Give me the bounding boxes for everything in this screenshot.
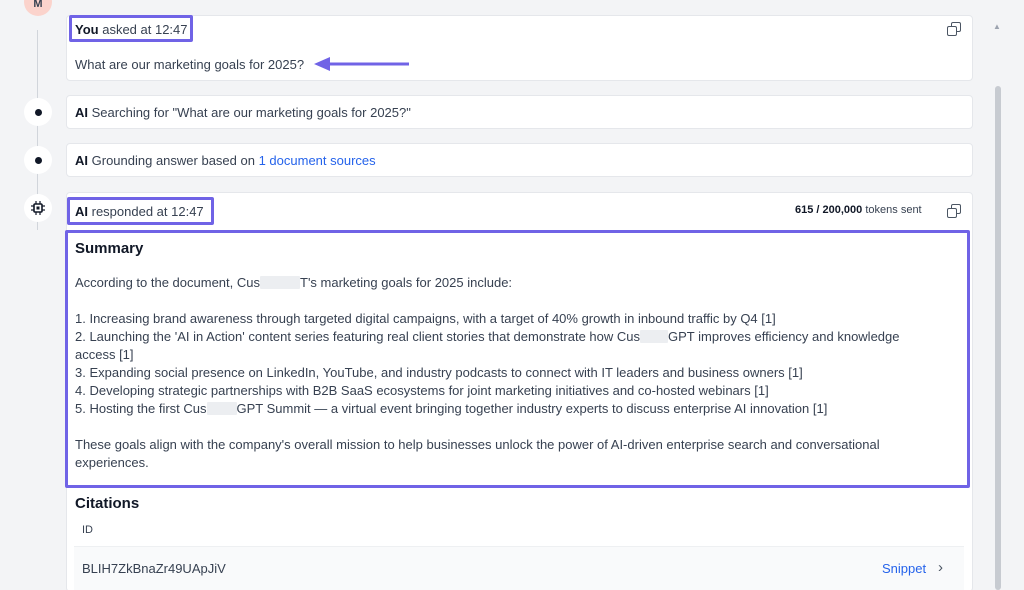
- goal-5-part-1: 5. Hosting the first Cus: [75, 401, 207, 416]
- goal-1: 1. Increasing brand awareness through ta…: [75, 311, 776, 326]
- goal-2-part-3: access [1]: [75, 347, 134, 362]
- redaction: [260, 276, 300, 289]
- document-sources-link[interactable]: 1 document sources: [259, 153, 376, 168]
- redaction: [206, 402, 237, 415]
- response-header-highlight: [67, 197, 214, 225]
- copy-question-icon[interactable]: [947, 22, 961, 36]
- ground-step-author: AI: [75, 153, 88, 168]
- ai-response-node: [24, 194, 52, 222]
- redaction: [640, 330, 669, 343]
- scroll-up-icon[interactable]: ▲: [993, 22, 1001, 31]
- goal-2: 2. Launching the 'AI in Action' content …: [75, 328, 945, 364]
- goal-5-part-2: GPT Summit — a virtual event bringing to…: [236, 401, 828, 416]
- intro-part-2: T's marketing goals for 2025 include:: [300, 275, 513, 290]
- avatar-initial: M: [33, 0, 43, 10]
- scrollbar-thumb[interactable]: [995, 86, 1001, 590]
- search-step-node: [24, 98, 52, 126]
- question-header-highlight: [69, 15, 193, 42]
- user-avatar: M: [24, 0, 52, 16]
- pointer-arrow-icon: [314, 57, 409, 71]
- intro-part-1: According to the document, Cus: [75, 275, 260, 290]
- goal-2-part-1: 2. Launching the 'AI in Action' content …: [75, 329, 641, 344]
- chip-icon: [31, 201, 45, 215]
- search-step-text: AI Searching for "What are our marketing…: [75, 105, 411, 120]
- citation-row[interactable]: BLIH7ZkBnaZr49UApJiV Snippet ›: [74, 546, 964, 590]
- ground-step-text: AI Grounding answer based on 1 document …: [75, 153, 376, 168]
- ground-step-label: Grounding answer based on: [91, 153, 255, 168]
- citation-id: BLIH7ZkBnaZr49UApJiV: [82, 561, 226, 576]
- search-step-label: Searching for "What are our marketing go…: [91, 105, 411, 120]
- step-dot-icon: [34, 156, 42, 164]
- search-step-author: AI: [75, 105, 88, 120]
- chat-page: M You asked at 12:47 What are our market…: [0, 0, 1024, 590]
- ground-step-node: [24, 146, 52, 174]
- chevron-right-icon[interactable]: ›: [938, 559, 943, 576]
- summary-title: Summary: [75, 240, 144, 257]
- summary-closing: These goals align with the company's ove…: [75, 437, 880, 470]
- tokens-suffix: tokens sent: [865, 204, 922, 216]
- copy-response-icon[interactable]: [947, 204, 961, 218]
- summary-intro: According to the document, Cus T's market…: [75, 274, 945, 292]
- goal-2-part-2: GPT improves efficiency and knowledge: [668, 329, 900, 344]
- goal-4: 4. Developing strategic partnerships wit…: [75, 383, 769, 398]
- citations-id-header: ID: [82, 524, 93, 536]
- snippet-link[interactable]: Snippet: [882, 561, 926, 576]
- step-dot-icon: [34, 108, 42, 116]
- citations-title: Citations: [75, 495, 140, 512]
- goal-3: 3. Expanding social presence on LinkedIn…: [75, 365, 803, 380]
- question-text: What are our marketing goals for 2025?: [75, 57, 305, 72]
- goal-5: 5. Hosting the first Cus GPT Summit — a v…: [75, 400, 945, 418]
- tokens-count: 615 / 200,000: [795, 204, 863, 216]
- tokens-sent: 615 / 200,000 tokens sent: [795, 204, 922, 216]
